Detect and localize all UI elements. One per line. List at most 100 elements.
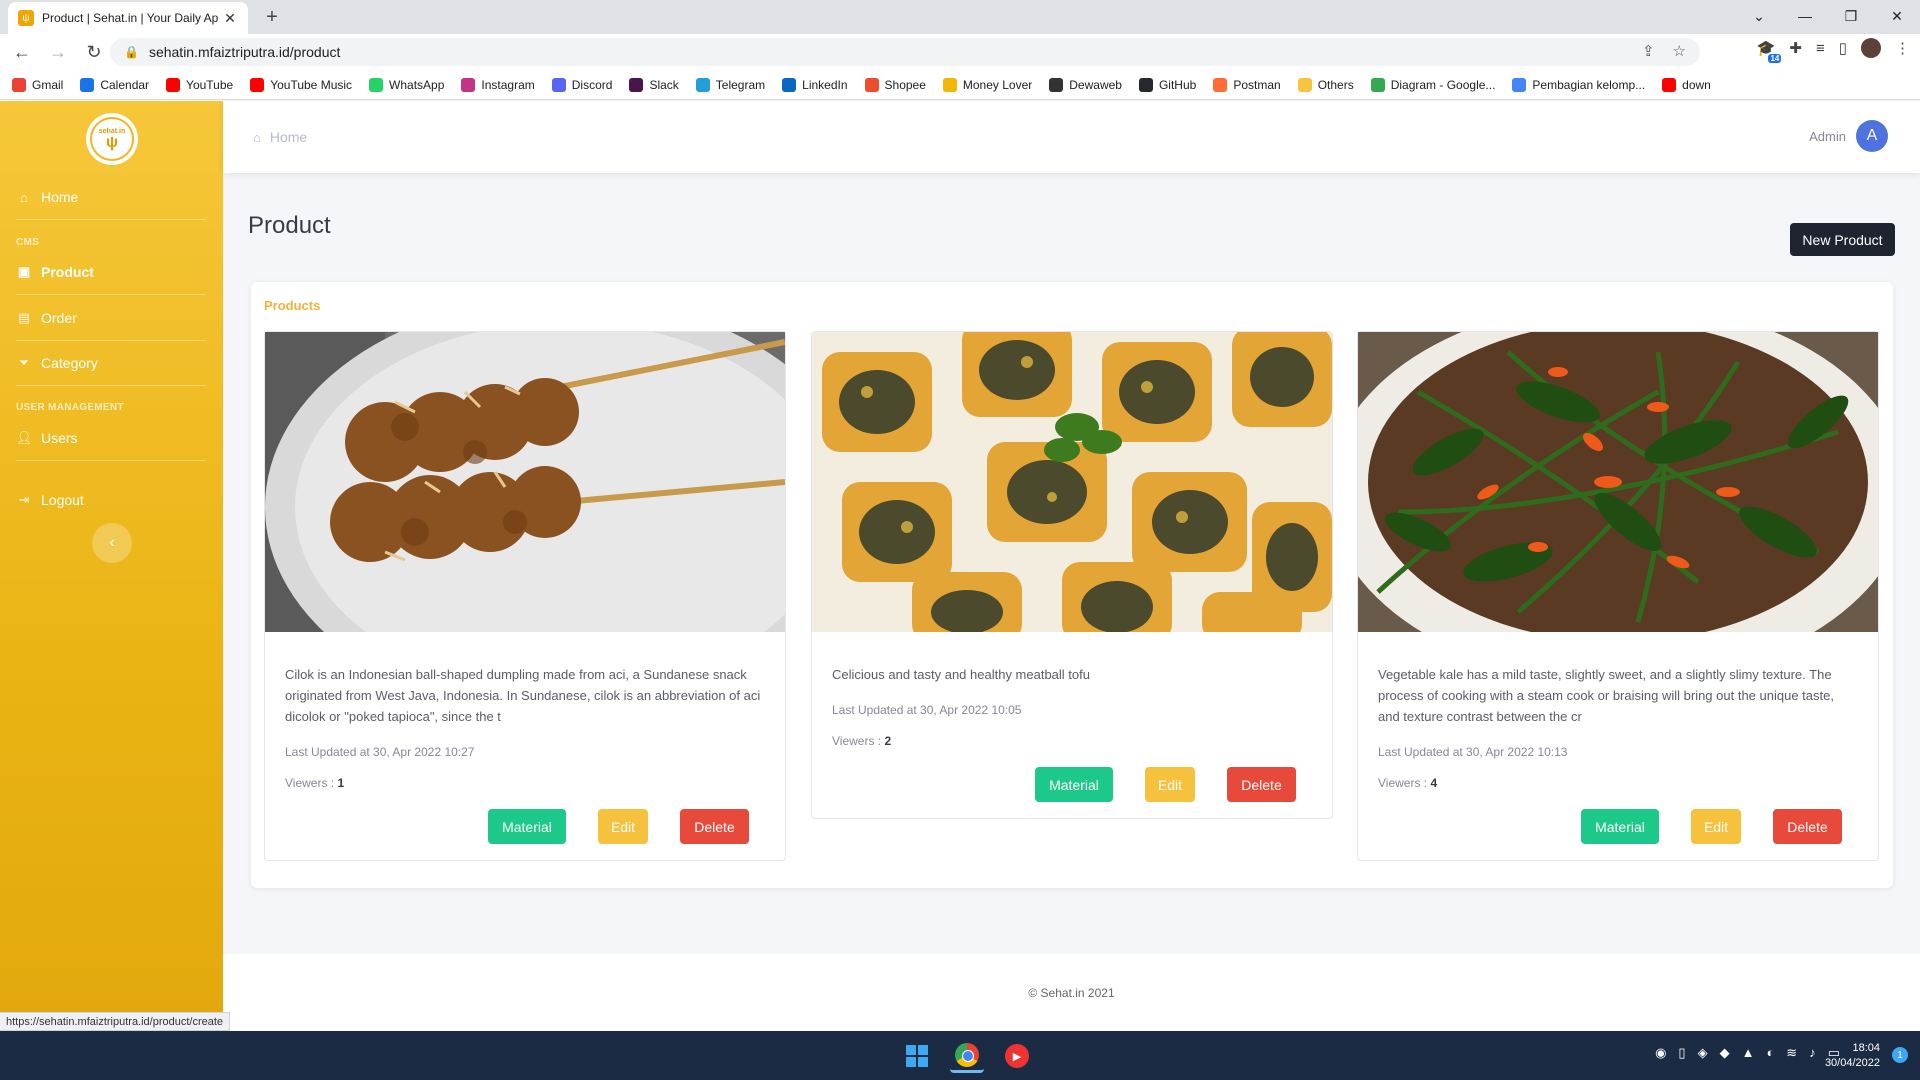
product-updated: Last Updated at 30, Apr 2022 10:27 bbox=[285, 745, 475, 759]
sidebar-item-users[interactable]: 👤︎ Users bbox=[16, 416, 206, 460]
bookmark-star-icon[interactable]: ☆ bbox=[1673, 42, 1686, 60]
taskbar-chrome[interactable] bbox=[950, 1039, 984, 1073]
clock-time: 18:04 bbox=[1852, 1042, 1880, 1054]
app-tray-icon[interactable]: ◈ bbox=[1698, 1045, 1708, 1061]
bookmark-favicon-icon bbox=[695, 77, 710, 92]
sidebar-item-home[interactable]: ⌂ Home bbox=[16, 175, 206, 219]
bookmark-label: Discord bbox=[571, 77, 613, 92]
browser-tab[interactable]: ψ Product | Sehat.in | Your Daily Ap ✕ bbox=[8, 2, 248, 34]
menu-kebab-icon[interactable]: ⋮ bbox=[1895, 39, 1910, 57]
forward-button[interactable]: → bbox=[44, 38, 72, 66]
brave-tray-icon[interactable]: ◆ bbox=[1720, 1045, 1730, 1061]
start-button[interactable] bbox=[900, 1039, 934, 1073]
bookmark-favicon-icon bbox=[1049, 77, 1064, 92]
chrome-icon bbox=[955, 1042, 979, 1067]
bookmark-item[interactable]: Diagram - Google... bbox=[1370, 77, 1495, 92]
sidebar-item-label: Users bbox=[41, 430, 78, 446]
taskbar-clock[interactable]: 18:04 30/04/2022 bbox=[1825, 1041, 1880, 1071]
bookmark-item[interactable]: Postman bbox=[1213, 77, 1281, 92]
sidebar-item-label: Product bbox=[41, 264, 94, 280]
sidebar-divider bbox=[16, 460, 206, 461]
sehatin-logo[interactable]: sehat.in ψ bbox=[86, 113, 138, 165]
new-tab-button[interactable]: + bbox=[260, 5, 284, 29]
minimize-button[interactable]: — bbox=[1782, 0, 1828, 32]
material-button[interactable]: Material bbox=[1035, 767, 1113, 802]
delete-button[interactable]: Delete bbox=[1227, 767, 1296, 802]
bookmark-item[interactable]: Calendar bbox=[80, 77, 150, 92]
extensions-puzzle-icon[interactable]: ✚ bbox=[1789, 39, 1802, 57]
new-product-button[interactable]: New Product bbox=[1790, 223, 1895, 256]
bookmark-item[interactable]: LinkedIn bbox=[782, 77, 848, 92]
notification-badge[interactable]: 1 bbox=[1892, 1047, 1908, 1063]
edit-button[interactable]: Edit bbox=[598, 809, 648, 844]
lock-icon[interactable]: 🔒 bbox=[124, 45, 139, 59]
url-text: sehatin.mfaiztriputra.id/product bbox=[148, 44, 341, 60]
bookmark-item[interactable]: YouTube bbox=[166, 77, 233, 92]
vpn-tray-icon[interactable]: ◐ bbox=[1766, 1045, 1774, 1061]
reload-button[interactable]: ↻ bbox=[80, 38, 108, 66]
bookmark-label: LinkedIn bbox=[802, 77, 848, 92]
material-button[interactable]: Material bbox=[488, 809, 566, 844]
bookmark-item[interactable]: WhatsApp bbox=[369, 77, 444, 92]
discord-tray-icon[interactable]: ◉ bbox=[1655, 1045, 1666, 1061]
close-tab-icon[interactable]: ✕ bbox=[222, 10, 238, 27]
usb-tray-icon[interactable]: ▯ bbox=[1678, 1045, 1685, 1061]
sidebar-item-category[interactable]: ⏷ Category bbox=[16, 341, 206, 385]
edit-button[interactable]: Edit bbox=[1691, 809, 1741, 844]
material-button[interactable]: Material bbox=[1581, 809, 1659, 844]
link-status-bar: https://sehatin.mfaiztriputra.id/product… bbox=[0, 1012, 231, 1031]
sidebar-item-logout[interactable]: ⇥ Logout bbox=[16, 478, 206, 522]
bookmark-item[interactable]: Discord bbox=[551, 77, 613, 92]
bookmark-item[interactable]: GitHub bbox=[1138, 77, 1196, 92]
bookmark-item[interactable]: Gmail bbox=[12, 77, 63, 92]
footer: © Sehat.in 2021 bbox=[223, 954, 1920, 1031]
bookmark-item[interactable]: Pembagian kelomp... bbox=[1512, 77, 1645, 92]
bookmark-item[interactable]: Dewaweb bbox=[1049, 77, 1122, 92]
side-panel-icon[interactable]: ▯ bbox=[1839, 39, 1847, 57]
sidebar-item-product[interactable]: ▣ Product bbox=[16, 250, 206, 294]
user-menu[interactable]: Admin A bbox=[1809, 120, 1888, 152]
product-image-kale bbox=[1358, 332, 1878, 632]
bookmark-label: Others bbox=[1317, 77, 1354, 92]
address-bar[interactable]: 🔒 sehatin.mfaiztriputra.id/product ⇪ ☆ bbox=[110, 38, 1700, 66]
bookmark-item[interactable]: Money Lover bbox=[942, 77, 1032, 92]
bookmark-favicon-icon bbox=[1370, 77, 1385, 92]
profile-avatar[interactable] bbox=[1861, 38, 1881, 58]
tab-search-icon[interactable]: ⌄ bbox=[1736, 0, 1782, 32]
edit-button[interactable]: Edit bbox=[1145, 767, 1195, 802]
media-control-icon[interactable]: ≡ bbox=[1816, 40, 1825, 57]
bookmark-favicon-icon bbox=[166, 77, 181, 92]
breadcrumb[interactable]: ⌂ Home bbox=[253, 129, 307, 145]
avatar: A bbox=[1856, 120, 1888, 152]
bookmark-favicon-icon bbox=[629, 77, 644, 92]
bookmark-item[interactable]: Shopee bbox=[864, 77, 926, 92]
bookmark-item[interactable]: Instagram bbox=[461, 77, 535, 92]
close-window-button[interactable]: ✕ bbox=[1874, 0, 1920, 32]
cilok-photo bbox=[265, 332, 785, 632]
back-button[interactable]: ← bbox=[8, 38, 36, 66]
delete-button[interactable]: Delete bbox=[1773, 809, 1842, 844]
bookmark-item[interactable]: YouTube Music bbox=[250, 77, 352, 92]
sidebar-item-label: Order bbox=[41, 310, 77, 326]
sidebar-item-order[interactable]: ▤ Order bbox=[16, 296, 206, 340]
taskbar-youtube-music[interactable]: ▶ bbox=[1000, 1039, 1034, 1073]
volume-icon[interactable]: ♪ bbox=[1809, 1045, 1816, 1061]
bookmark-item[interactable]: down bbox=[1662, 77, 1711, 92]
restore-button[interactable]: ❐ bbox=[1828, 0, 1874, 32]
bookmark-favicon-icon bbox=[250, 77, 265, 92]
sidebar-collapse-button[interactable]: ‹ bbox=[92, 523, 132, 563]
bookmark-label: Calendar bbox=[100, 77, 150, 92]
delete-button[interactable]: Delete bbox=[680, 809, 749, 844]
clock-date: 30/04/2022 bbox=[1824, 1057, 1880, 1069]
nvidia-tray-icon[interactable]: ▲ bbox=[1742, 1045, 1755, 1061]
bookmark-item[interactable]: Others bbox=[1297, 77, 1354, 92]
product-image-tofu bbox=[812, 332, 1332, 632]
extension-icon[interactable]: 🎓 14 bbox=[1757, 39, 1782, 63]
logout-icon: ⇥ bbox=[18, 492, 30, 507]
sidebar-item-label: Home bbox=[41, 189, 79, 205]
bookmark-item[interactable]: Slack bbox=[629, 77, 679, 92]
wifi-icon[interactable]: ≋ bbox=[1786, 1045, 1797, 1061]
bookmark-item[interactable]: Telegram bbox=[695, 77, 765, 92]
share-icon[interactable]: ⇪ bbox=[1642, 42, 1655, 60]
list-icon: ▤ bbox=[17, 310, 31, 325]
